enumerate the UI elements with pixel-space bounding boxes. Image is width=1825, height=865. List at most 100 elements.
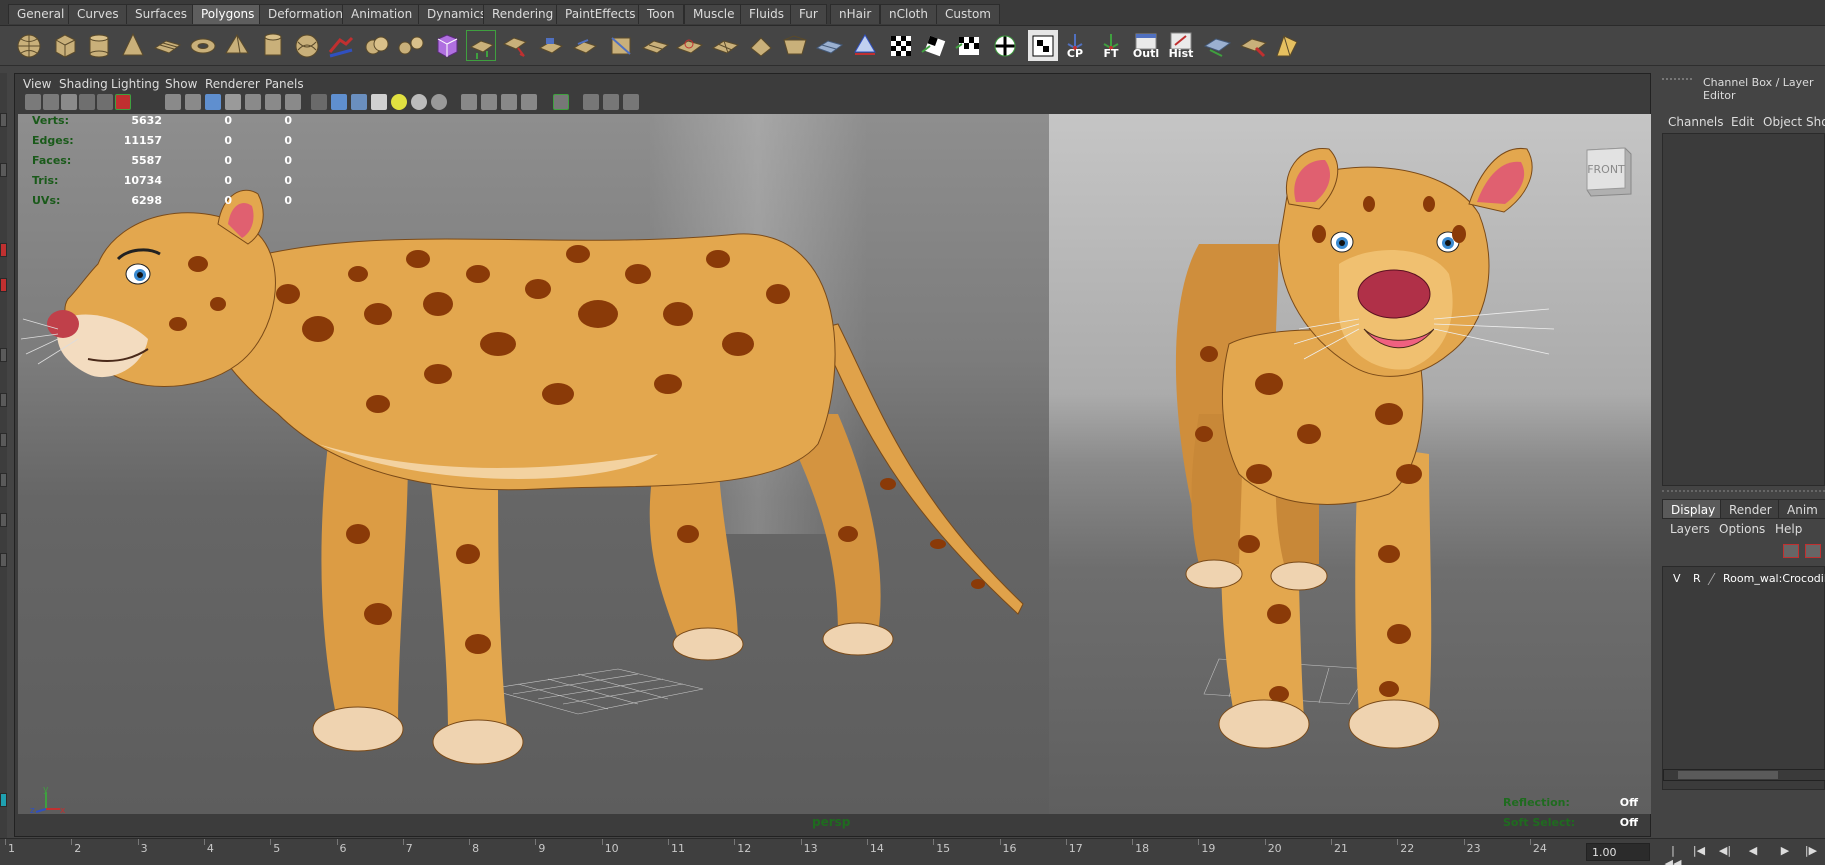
perspective-viewport[interactable]: Verts: 5632 0 0 Edges: 11157 0 0 Faces: 5587 0 0 … — [18, 114, 1049, 814]
tab-nhair[interactable]: nHair — [830, 4, 881, 24]
rotate-tool-icon[interactable] — [0, 278, 7, 292]
tab-polygons[interactable]: Polygons — [192, 4, 264, 24]
poly-smooth-icon[interactable] — [326, 30, 356, 61]
current-time-field[interactable]: 1.00 — [1586, 843, 1650, 861]
layer-color-swatch[interactable] — [1707, 573, 1725, 585]
poly-separate-icon[interactable] — [396, 30, 426, 61]
menu-shading[interactable]: Shading — [59, 77, 108, 91]
menu-help[interactable]: Help — [1775, 522, 1802, 536]
poly-create-uv-icon[interactable] — [850, 30, 880, 61]
poly-insert-loop-icon[interactable] — [640, 30, 670, 61]
poly-extract-icon[interactable] — [466, 30, 496, 61]
poly-torus-icon[interactable] — [188, 30, 218, 61]
poly-collapse-icon[interactable] — [814, 30, 844, 61]
menu-renderer[interactable]: Renderer — [205, 77, 260, 91]
go-to-start-icon[interactable]: |◀◀ — [1664, 844, 1682, 865]
lasso-tool-icon[interactable] — [0, 163, 7, 177]
tab-curves[interactable]: Curves — [68, 4, 128, 24]
menu-lighting[interactable]: Lighting — [111, 77, 160, 91]
poly-pipe-icon[interactable] — [258, 30, 288, 61]
textured-icon[interactable] — [371, 94, 387, 110]
poly-pyramid-icon[interactable] — [222, 30, 252, 61]
tab-ncloth[interactable]: nCloth — [880, 4, 937, 24]
history-button[interactable]: Hist — [1166, 30, 1196, 61]
poly-extrude-icon[interactable] — [500, 30, 530, 61]
uv-planar-icon[interactable] — [920, 30, 950, 61]
tab-toon[interactable]: Toon — [638, 4, 684, 24]
poly-cylinder-icon[interactable] — [84, 30, 114, 61]
poly-combine-icon[interactable] — [362, 30, 392, 61]
select-camera-icon[interactable] — [25, 94, 41, 110]
xray-icon[interactable] — [431, 94, 447, 110]
grease-pencil-icon[interactable] — [115, 94, 131, 110]
poly-boolean-icon[interactable] — [432, 30, 462, 61]
poly-cleanup-icon[interactable] — [1238, 30, 1268, 61]
wireframe-on-shaded-icon[interactable] — [351, 94, 367, 110]
new-layer-selected-icon[interactable] — [1805, 544, 1821, 558]
move-tool-icon[interactable] — [0, 243, 7, 257]
poly-reduce-icon[interactable] — [1202, 30, 1232, 61]
tab-render[interactable]: Render — [1720, 499, 1781, 519]
gate-mask-icon[interactable] — [225, 94, 241, 110]
tab-deformation[interactable]: Deformation — [259, 4, 352, 24]
viewcube-icon[interactable]: FRONT — [1581, 142, 1637, 198]
time-slider[interactable]: 1 2 3 4 5 6 7 8 9 10 11 12 13 14 15 16 17 18 19 20 21 22 23 24 … — [0, 838, 1825, 865]
depth-of-field-icon[interactable] — [521, 94, 537, 110]
uv-auto-icon[interactable] — [1028, 30, 1058, 61]
drag-handle[interactable] — [1662, 78, 1692, 82]
outliner-button[interactable]: Outl — [1131, 30, 1161, 61]
2d-pan-zoom-icon[interactable] — [97, 94, 113, 110]
layer-visibility-toggle[interactable]: V — [1673, 572, 1681, 585]
play-backwards-icon[interactable]: ◀ — [1744, 844, 1762, 860]
resolution-gate-icon[interactable] — [205, 94, 221, 110]
poly-bridge-icon[interactable] — [536, 30, 566, 61]
tab-muscle[interactable]: Muscle — [684, 4, 744, 24]
uv-spherical-icon[interactable] — [990, 30, 1020, 61]
poly-helix-icon[interactable] — [292, 30, 322, 61]
tab-fur[interactable]: Fur — [790, 4, 827, 24]
ambient-occlusion-icon[interactable] — [461, 94, 477, 110]
tab-surfaces[interactable]: Surfaces — [126, 4, 196, 24]
image-plane-icon[interactable] — [79, 94, 95, 110]
poly-append-icon[interactable] — [570, 30, 600, 61]
cp-button[interactable]: CP — [1060, 30, 1090, 61]
layer-horizontal-scrollbar[interactable] — [1663, 769, 1825, 781]
isolate-select-icon[interactable] — [553, 94, 569, 110]
tab-custom[interactable]: Custom — [936, 4, 1000, 24]
uv-checker-icon[interactable] — [886, 30, 916, 61]
menu-layers[interactable]: Layers — [1670, 522, 1710, 536]
menu-options[interactable]: Options — [1719, 522, 1765, 536]
multisample-icon[interactable] — [501, 94, 517, 110]
new-layer-icon[interactable] — [1783, 544, 1799, 558]
panel-splitter[interactable] — [1662, 490, 1825, 495]
tab-rendering[interactable]: Rendering — [483, 4, 563, 24]
bookmark-icon[interactable] — [61, 94, 77, 110]
poly-sphere-icon[interactable] — [14, 30, 44, 61]
tab-animation[interactable]: Animation — [342, 4, 422, 24]
tab-fluids[interactable]: Fluids — [740, 4, 794, 24]
tab-anim[interactable]: Anim — [1778, 499, 1825, 519]
layout-single-icon[interactable] — [0, 393, 7, 407]
layer-row[interactable]: V R Room_wal:Crocodil — [1663, 569, 1825, 589]
layout-persp-icon[interactable] — [0, 513, 7, 527]
safe-title-icon[interactable] — [285, 94, 301, 110]
grid-icon[interactable] — [165, 94, 181, 110]
shadows-icon[interactable] — [411, 94, 427, 110]
layer-name[interactable]: Room_wal:Crocodil — [1723, 572, 1825, 585]
xray-joints-icon[interactable] — [583, 94, 599, 110]
tab-general[interactable]: General — [8, 4, 74, 24]
layout-outliner-icon[interactable] — [0, 553, 7, 567]
step-back-key-icon[interactable]: ◀| — [1716, 844, 1734, 860]
field-chart-icon[interactable] — [245, 94, 261, 110]
poly-merge-icon[interactable] — [780, 30, 810, 61]
tab-display[interactable]: Display — [1662, 499, 1725, 519]
poly-cone-icon[interactable] — [118, 30, 148, 61]
poly-plane-icon[interactable] — [152, 30, 182, 61]
menu-panels[interactable]: Panels — [265, 77, 304, 91]
poly-offset-loop-icon[interactable] — [674, 30, 704, 61]
layout-four-icon[interactable] — [0, 433, 7, 447]
menu-object[interactable]: Object — [1763, 115, 1802, 129]
menu-channels[interactable]: Channels — [1668, 115, 1724, 129]
smooth-shade-icon[interactable] — [331, 94, 347, 110]
ft-button[interactable]: FT — [1096, 30, 1126, 61]
